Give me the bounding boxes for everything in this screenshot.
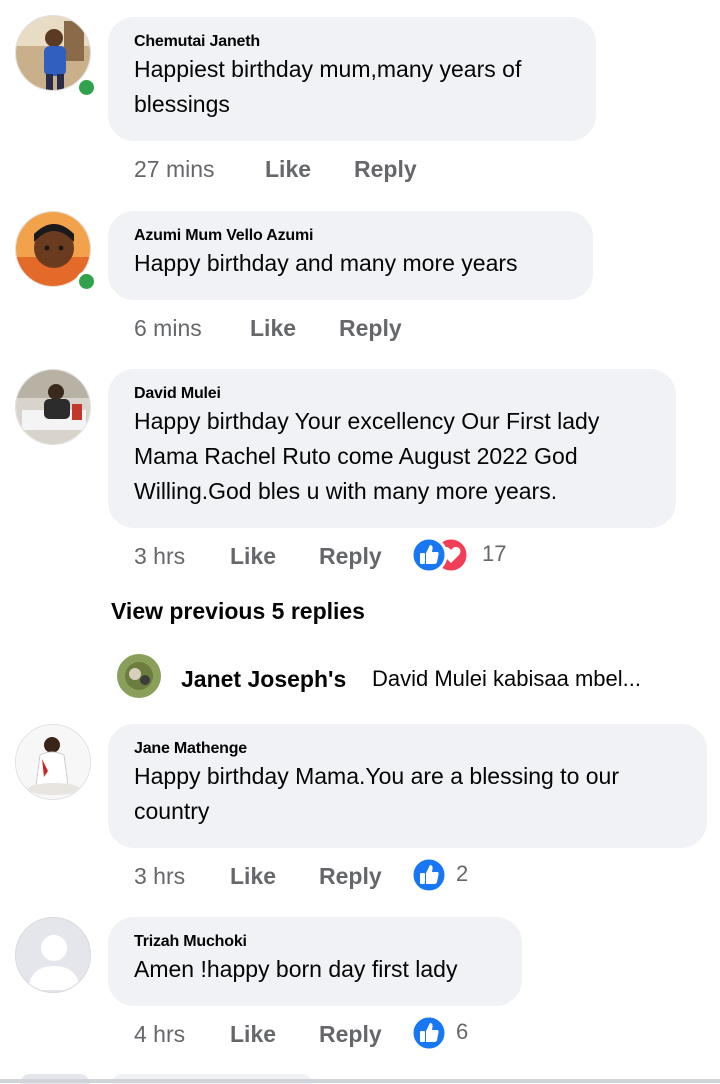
avatar[interactable]: [117, 654, 161, 698]
comment-actions: 6 mins Like Reply: [134, 312, 534, 344]
comment-bubble: Jane Mathenge Happy birthday Mama.You ar…: [108, 724, 707, 848]
comment-bubble: Chemutai Janeth Happiest birthday mum,ma…: [108, 17, 596, 141]
like-button[interactable]: Like: [250, 312, 296, 344]
comment-author[interactable]: Jane Mathenge: [134, 739, 681, 758]
default-avatar-icon[interactable]: [15, 917, 91, 993]
like-button[interactable]: Like: [230, 860, 276, 892]
comment-timestamp[interactable]: 3 hrs: [134, 540, 185, 572]
comment-text-line: Mama Rachel Ruto come August 2022 God: [134, 443, 578, 469]
reaction-count: 2: [456, 861, 469, 886]
comment-text-line: blessings: [134, 91, 230, 117]
comment-text-line: Happiest birthday mum,many years of: [134, 56, 522, 82]
reply-button[interactable]: Reply: [339, 312, 402, 344]
comment-bubble: Azumi Mum Vello Azumi Happy birthday and…: [108, 211, 593, 300]
reply-button[interactable]: Reply: [319, 540, 382, 572]
comment-timestamp[interactable]: 3 hrs: [134, 860, 185, 892]
comment-timestamp[interactable]: 6 mins: [134, 312, 202, 344]
comment-actions: 3 hrs Like Reply 2: [134, 856, 554, 894]
comment-actions: 27 mins Like Reply: [134, 153, 534, 185]
reply-snippet: David Mulei kabisaa mbel...: [372, 666, 642, 691]
view-previous-replies-link[interactable]: View previous 5 replies: [111, 598, 365, 625]
like-icon: [410, 856, 448, 902]
like-icon: [410, 536, 448, 582]
like-icon: [410, 1014, 448, 1060]
comment-author[interactable]: Azumi Mum Vello Azumi: [134, 226, 567, 245]
comment-text-line: Happy birthday Your excellency Our First…: [134, 408, 600, 434]
comment-text-line: Amen !happy born day first lady: [134, 956, 458, 982]
like-button[interactable]: Like: [230, 1018, 276, 1050]
comment-text-line: Happy birthday and many more years: [134, 250, 518, 276]
comment-actions: 4 hrs Like Reply 6: [134, 1014, 554, 1052]
comment-author[interactable]: David Mulei: [134, 384, 650, 403]
comment-text-line: Willing.God bles u with many more years.: [134, 478, 558, 504]
comment-bubble: Trizah Muchoki Amen !happy born day firs…: [108, 917, 522, 1006]
comment-timestamp[interactable]: 27 mins: [134, 153, 215, 185]
comment-author[interactable]: Trizah Muchoki: [134, 932, 496, 951]
like-button[interactable]: Like: [230, 540, 276, 572]
reply-button[interactable]: Reply: [319, 860, 382, 892]
online-status-indicator: [76, 271, 97, 292]
comment-actions: 3 hrs Like Reply 17: [134, 536, 554, 574]
avatar[interactable]: [15, 369, 91, 445]
avatar[interactable]: [15, 724, 91, 800]
reaction-count: 17: [482, 541, 507, 566]
like-button[interactable]: Like: [265, 153, 311, 185]
comment-text-line: Happy birthday Mama.You are a blessing t…: [134, 763, 619, 789]
comment-author[interactable]: Chemutai Janeth: [134, 32, 570, 51]
reply-button[interactable]: Reply: [319, 1018, 382, 1050]
reaction-count: 6: [456, 1019, 469, 1044]
reply-preview[interactable]: Janet Joseph's David Mulei kabisaa mbel.…: [117, 652, 717, 698]
reaction-summary[interactable]: 2: [410, 856, 490, 894]
comment-bubble: David Mulei Happy birthday Your excellen…: [108, 369, 676, 528]
comment-text-line: country: [134, 798, 210, 824]
reply-author[interactable]: Janet Joseph's: [181, 666, 346, 693]
comment-timestamp[interactable]: 4 hrs: [134, 1018, 185, 1050]
reply-button[interactable]: Reply: [354, 153, 417, 185]
divider: [0, 1079, 720, 1083]
online-status-indicator: [76, 77, 97, 98]
reaction-summary[interactable]: 6: [410, 1014, 490, 1052]
reaction-summary[interactable]: 17: [410, 536, 530, 574]
